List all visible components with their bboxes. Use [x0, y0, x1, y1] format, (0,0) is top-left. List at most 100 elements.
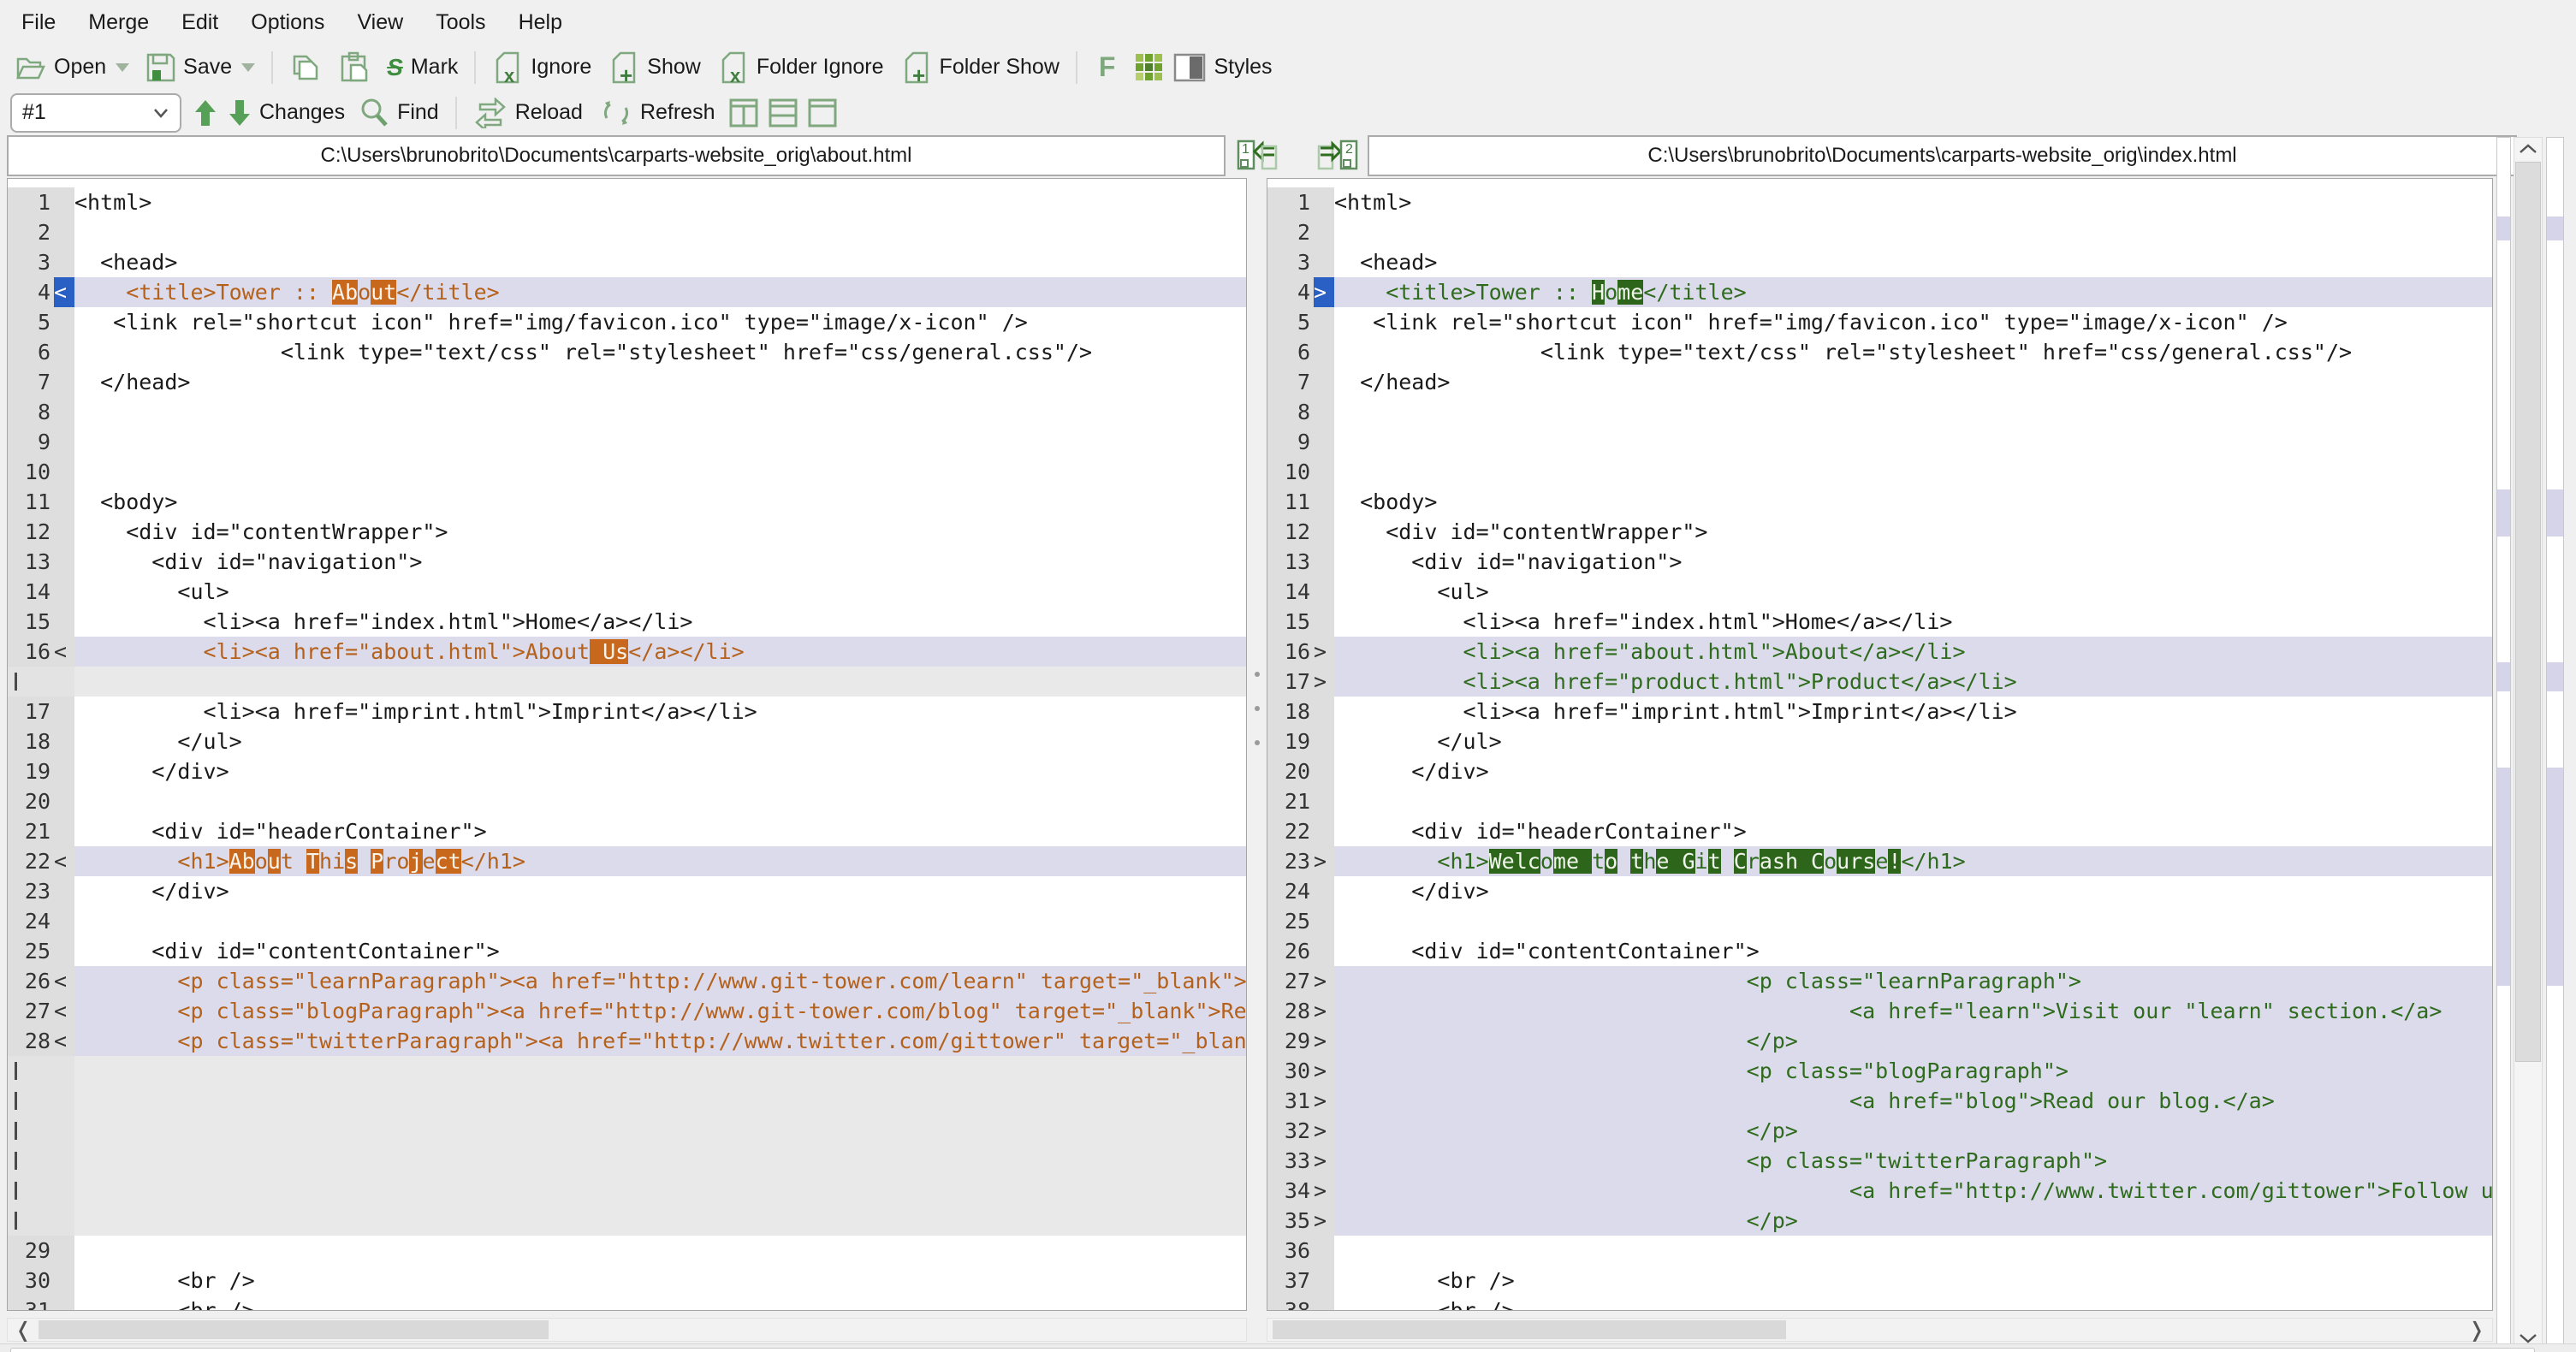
location-pane-right-map[interactable]	[2546, 137, 2564, 1350]
mark-label: Mark	[410, 55, 459, 79]
scroll-down-arrow[interactable]	[2519, 1332, 2537, 1344]
menu-edit[interactable]: Edit	[165, 0, 234, 44]
diff-location-band[interactable]	[2497, 768, 2510, 987]
layout-horizontal-split-button[interactable]	[763, 93, 803, 133]
next-change-button[interactable]: Changes	[223, 93, 350, 133]
open-folder-icon	[15, 54, 46, 81]
diff-location-band[interactable]	[2547, 216, 2563, 241]
folder-show-label: Folder Show	[939, 55, 1059, 79]
code-line: 16 > <li><a href="about.html">About</a></…	[1267, 637, 2492, 667]
grid-view-button[interactable]	[1129, 48, 1170, 87]
show-button[interactable]: + Show	[600, 48, 709, 87]
vscroll-thumb[interactable]	[2515, 162, 2541, 1062]
svg-text:+: +	[620, 62, 632, 84]
search-icon	[359, 98, 389, 128]
refresh-icon	[600, 98, 632, 128]
code-line: 37 <br />	[1267, 1266, 2492, 1296]
code-line: 3 <head>	[8, 247, 1246, 277]
copy-to-right-button[interactable]: 2	[1315, 138, 1359, 172]
code-line: 4 > <title>Tower :: Home</title>	[1267, 277, 2492, 307]
code-line: 31 > <a href="blog">Read our blog.</a>	[1267, 1086, 2492, 1116]
code-line: 5 <link rel="shortcut icon" href="img/fa…	[8, 307, 1246, 337]
prev-change-button[interactable]	[188, 93, 223, 133]
code-line: 14 <ul>	[8, 577, 1246, 607]
diff-location-band[interactable]	[2497, 216, 2510, 241]
code-line: 26 <div id="contentContainer">	[1267, 936, 2492, 966]
scroll-left-arrow[interactable]: ❬	[15, 1319, 32, 1341]
diff-location-band[interactable]	[2547, 489, 2563, 537]
winmerge-window: File Merge Edit Options View Tools Help …	[0, 0, 2576, 1352]
diff-location-band[interactable]	[2547, 768, 2563, 987]
code-line: 2	[1267, 217, 2492, 247]
diff-location-band[interactable]	[2497, 662, 2510, 692]
right-hscroll-thumb[interactable]	[1273, 1320, 1786, 1339]
ignore-label: Ignore	[531, 55, 592, 79]
code-line: 30 > <p class="blogParagraph">	[1267, 1056, 2492, 1086]
diff-location-band[interactable]	[2547, 662, 2563, 692]
location-pane-left-map[interactable]	[2496, 137, 2511, 1350]
copy-button[interactable]	[281, 48, 330, 87]
folder-show-icon: +	[901, 51, 932, 84]
ignore-button[interactable]: x Ignore	[484, 48, 600, 87]
code-line: 30 <br />	[8, 1266, 1246, 1296]
scroll-up-arrow[interactable]	[2519, 143, 2537, 155]
menu-merge[interactable]: Merge	[72, 0, 165, 44]
find-button[interactable]: Find	[350, 93, 448, 133]
refresh-button[interactable]: Refresh	[591, 93, 724, 133]
menu-tools[interactable]: Tools	[419, 0, 502, 44]
layout-vertical-split-button[interactable]	[724, 93, 763, 133]
reload-button[interactable]: Reload	[465, 93, 591, 133]
ghost-line	[8, 667, 1246, 697]
layout-single-pane-button[interactable]	[803, 93, 842, 133]
vertical-scrollbar[interactable]	[2514, 137, 2543, 1350]
ghost-line	[8, 1116, 1246, 1146]
code-line: 23 > <h1>Welcome to the Git Crash Course!…	[1267, 846, 2492, 876]
splitter-grip-dot	[1255, 672, 1260, 677]
right-horizontal-scrollbar[interactable]: ❭	[1267, 1318, 2493, 1342]
open-button[interactable]: Open	[7, 48, 138, 87]
menu-file[interactable]: File	[5, 0, 72, 44]
ghost-line	[8, 1086, 1246, 1116]
navigation-toolbar: #1 Changes Find Reload Refresh	[0, 90, 2576, 135]
save-button[interactable]: Save	[138, 48, 264, 87]
open-dropdown-caret[interactable]	[116, 62, 130, 72]
mark-button[interactable]: S Mark	[378, 48, 466, 87]
open-label: Open	[54, 55, 107, 79]
grid-icon	[1134, 52, 1165, 83]
left-hscroll-thumb[interactable]	[39, 1320, 549, 1339]
ghost-line	[8, 1206, 1246, 1236]
status-bar	[0, 1343, 2576, 1352]
code-line: 24 </div>	[1267, 876, 2492, 906]
paste-button[interactable]	[330, 48, 378, 87]
pane-splitter[interactable]	[1247, 178, 1267, 1311]
menu-help[interactable]: Help	[502, 0, 579, 44]
menu-bar: File Merge Edit Options View Tools Help	[0, 0, 2576, 44]
scroll-right-arrow[interactable]: ❭	[2468, 1319, 2485, 1341]
menu-view[interactable]: View	[341, 0, 419, 44]
copy-icon	[289, 51, 322, 84]
left-horizontal-scrollbar[interactable]: ❬	[7, 1318, 1247, 1342]
left-code-pane[interactable]: 1 <html> 2 3 <head> 4 < <title>Tower :: About…	[7, 178, 1247, 1311]
diff-location-band[interactable]	[2497, 489, 2510, 537]
left-file-path-header: C:\Users\brunobrito\Documents\carparts-w…	[7, 135, 1226, 176]
changes-label: Changes	[259, 100, 346, 124]
arrow-up-icon	[193, 98, 217, 127]
right-file-path-header: C:\Users\brunobrito\Documents\carparts-w…	[1368, 135, 2517, 176]
styles-button[interactable]: Styles	[1170, 48, 1280, 87]
refresh-label: Refresh	[639, 100, 715, 124]
reload-icon	[473, 97, 507, 128]
code-line: 10	[8, 457, 1246, 487]
copy-to-left-button[interactable]: 1	[1236, 138, 1280, 172]
filter-button[interactable]: F	[1085, 48, 1130, 87]
code-line: 6 <link type="text/css" rel="stylesheet"…	[1267, 337, 2492, 367]
code-line: 15 <li><a href="index.html">Home</a></li…	[8, 607, 1246, 637]
folder-ignore-button[interactable]: x Folder Ignore	[709, 48, 893, 87]
save-dropdown-caret[interactable]	[241, 62, 256, 72]
code-line: 28 < <p class="twitterParagraph"><a href=…	[8, 1026, 1246, 1056]
menu-options[interactable]: Options	[234, 0, 341, 44]
folder-show-button[interactable]: + Folder Show	[893, 48, 1068, 87]
styles-label: Styles	[1214, 55, 1273, 79]
right-code-pane[interactable]: 1 <html> 2 3 <head> 4 > <title>Tower :: Home<…	[1267, 178, 2493, 1311]
diff-selector-combobox[interactable]: #1	[10, 92, 181, 133]
code-line: 13 <div id="navigation">	[1267, 547, 2492, 577]
